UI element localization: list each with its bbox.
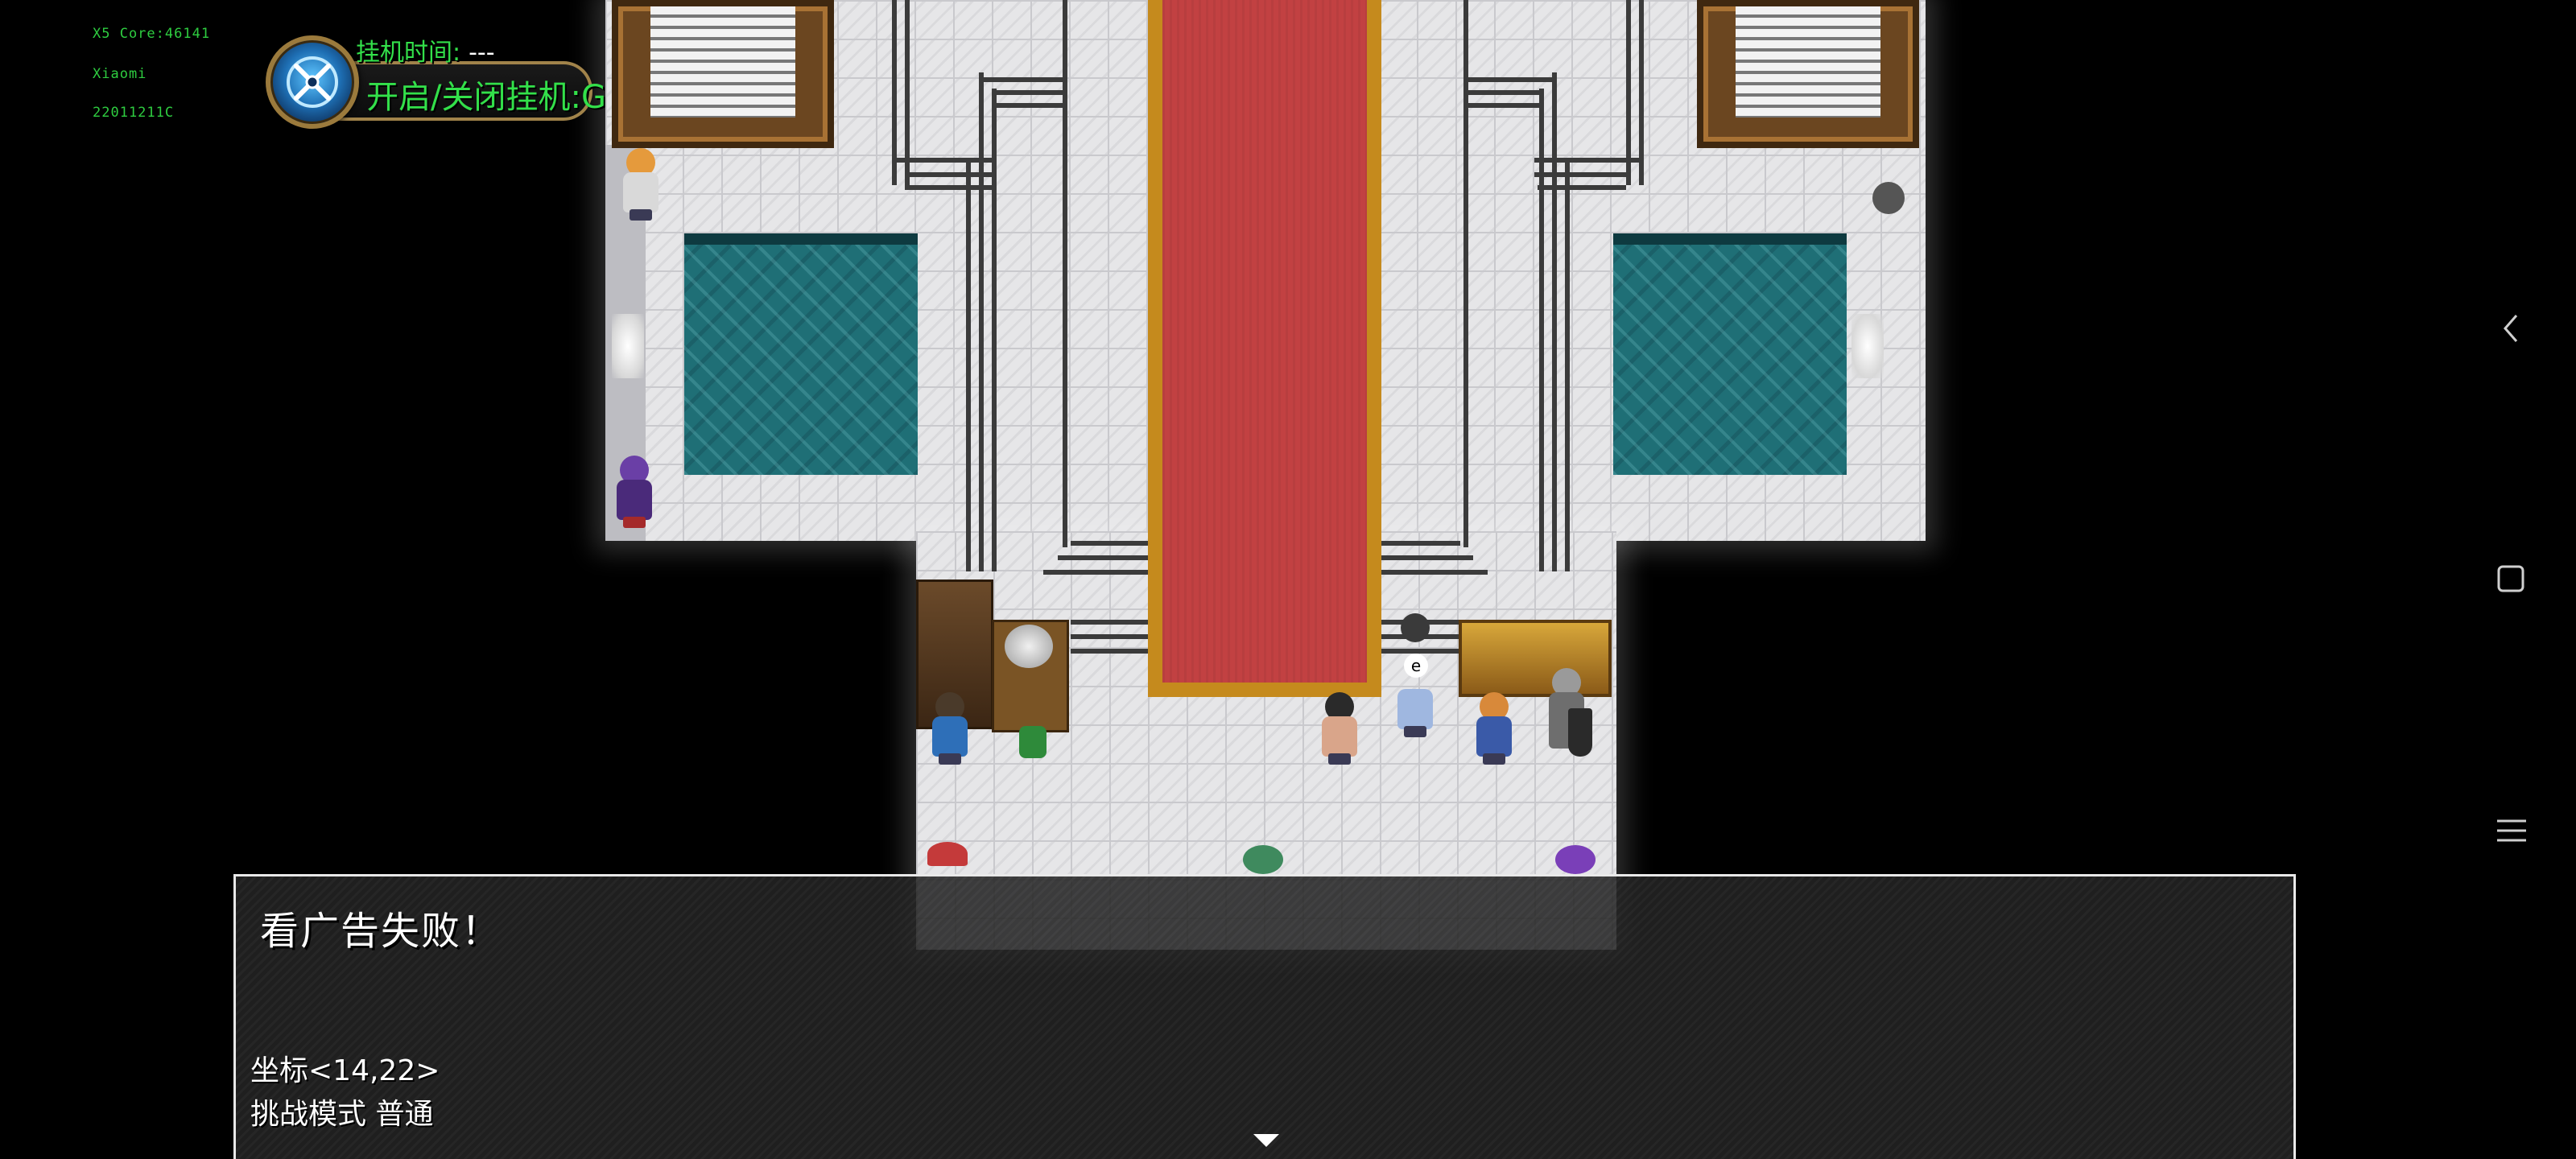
- npc-orange-boy[interactable]: [1472, 692, 1517, 765]
- npc-dark-hair[interactable]: [1317, 692, 1362, 765]
- red-carpet: [1148, 0, 1381, 697]
- debug-brand-text: Xiaomi: [93, 66, 147, 82]
- right-staircase: [1697, 0, 1919, 148]
- afk-time-label: 挂机时间: ---: [356, 39, 495, 67]
- left-staircase: [612, 0, 834, 148]
- left-pool: [684, 233, 918, 475]
- triangle-down-icon[interactable]: [1253, 1134, 1279, 1147]
- npc-shopkeeper[interactable]: [927, 692, 972, 765]
- back-button[interactable]: [2487, 309, 2536, 348]
- square-icon: [2497, 565, 2524, 592]
- afk-toggle-label: 开启/关闭挂机:G: [366, 79, 606, 116]
- chevron-left-icon: [2504, 315, 2518, 342]
- debug-core-text: X5 Core:46141: [93, 26, 211, 42]
- npc-red-hat[interactable]: [924, 842, 969, 874]
- npc-gray-creature[interactable]: [1864, 182, 1909, 222]
- message-dialog[interactable]: 看广告失败！ 坐标<14,22> 挑战模式 普通: [233, 874, 2296, 1159]
- hamburger-menu-icon: [2497, 819, 2526, 842]
- home-button[interactable]: [2487, 560, 2536, 599]
- afk-time-value: ---: [469, 39, 495, 67]
- right-pool: [1613, 233, 1847, 475]
- npc-orange-hair[interactable]: [618, 148, 663, 221]
- npc-armored-guard[interactable]: [1544, 668, 1592, 765]
- npc-purple-hood[interactable]: [1552, 845, 1597, 877]
- shop-mirror: [1005, 625, 1053, 668]
- green-pot: [1019, 726, 1046, 758]
- left-wall-light: [612, 314, 644, 378]
- coordinates-text: 坐标<14,22>: [250, 1054, 440, 1087]
- menu-button[interactable]: [2487, 811, 2536, 850]
- debug-model-text: 22011211C: [93, 105, 175, 121]
- challenge-mode-text: 挑战模式 普通: [250, 1098, 434, 1131]
- npc-green-hood[interactable]: [1240, 845, 1285, 877]
- dialog-message: 看广告失败！: [260, 909, 502, 954]
- crossed-swords-icon: [287, 56, 338, 108]
- player-character[interactable]: e: [1393, 613, 1438, 750]
- npc-purple-knight[interactable]: [612, 456, 657, 528]
- right-wall-light: [1852, 314, 1884, 378]
- afk-badge[interactable]: [266, 35, 359, 129]
